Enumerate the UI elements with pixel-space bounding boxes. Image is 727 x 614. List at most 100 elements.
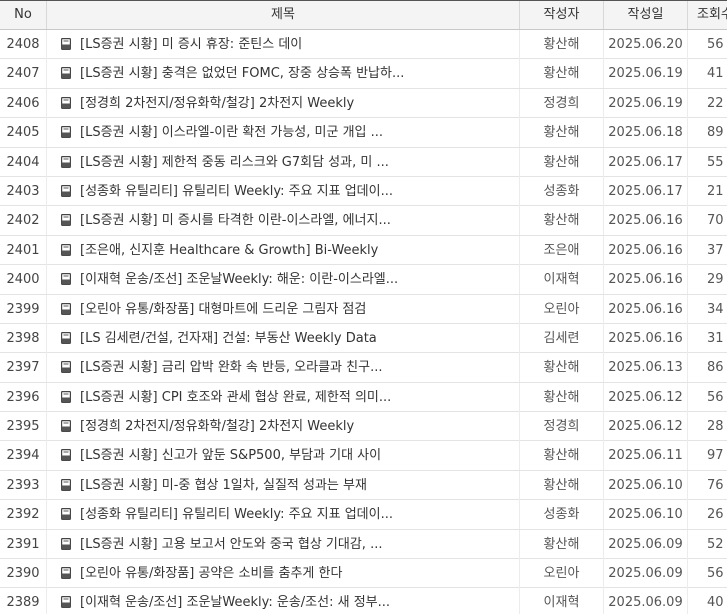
row-title-link[interactable]: [오린아 유통/화장품] 대형마트에 드리운 그림자 점검 <box>80 302 366 317</box>
row-title-cell[interactable]: [LS증권 시황] 이스라엘-이란 확전 가능성, 미군 개입 ... <box>47 118 520 148</box>
table-row[interactable]: 2402 [LS증권 시황] 미 증시를 타격한 이란-이스라엘, 에너지...… <box>0 206 727 236</box>
row-title-link[interactable]: [성종화 유틸리티] 유틸리티 Weekly: 주요 지표 업데이... <box>80 184 393 199</box>
row-date: 2025.06.12 <box>604 382 688 412</box>
document-icon <box>61 214 71 227</box>
row-title-link[interactable]: [정경희 2차전지/정유화학/철강] 2차전지 Weekly <box>80 419 354 434</box>
table-row[interactable]: 2403 [성종화 유틸리티] 유틸리티 Weekly: 주요 지표 업데이..… <box>0 176 727 207</box>
row-title-link[interactable]: [LS증권 시황] CPI 호조와 관세 협상 완료, 제한적 의미... <box>80 390 391 405</box>
row-views: 41 <box>707 66 724 82</box>
row-title-cell[interactable]: [정경희 2차전지/정유화학/철강] 2차전지 Weekly <box>47 412 520 442</box>
row-title-cell[interactable]: [오린아 유통/화장품] 공약은 소비를 춤추게 한다 <box>47 559 520 589</box>
row-title-link[interactable]: [LS증권 시황] 금리 압박 완화 속 반등, 오라클과 친구... <box>80 360 382 375</box>
row-date: 2025.06.12 <box>604 412 688 442</box>
header-author[interactable]: 작성자 <box>520 1 604 29</box>
header-no[interactable]: No <box>0 1 47 29</box>
row-title-cell[interactable]: [성종화 유틸리티] 유틸리티 Weekly: 주요 지표 업데이... <box>47 500 520 530</box>
table-row[interactable]: 2397 [LS증권 시황] 금리 압박 완화 속 반등, 오라클과 친구...… <box>0 353 727 383</box>
table-row[interactable]: 2395 [정경희 2차전지/정유화학/철강] 2차전지 Weekly 정경희 … <box>0 412 727 442</box>
row-title-link[interactable]: [이재혁 운송/조선] 조운날Weekly: 운송/조선: 새 정부... <box>80 595 390 610</box>
row-title-cell[interactable]: [LS증권 시황] CPI 호조와 관세 협상 완료, 제한적 의미... <box>47 382 520 412</box>
row-date: 2025.06.16 <box>604 206 688 236</box>
row-number: 2401 <box>0 235 47 265</box>
table-row[interactable]: 2390 [오린아 유통/화장품] 공약은 소비를 춤추게 한다 오린아 202… <box>0 559 727 589</box>
document-icon <box>61 302 71 315</box>
row-title-link[interactable]: [LS증권 시황] 충격은 없었던 FOMC, 장중 상승폭 반납하... <box>80 66 404 81</box>
row-title-cell[interactable]: [성종화 유틸리티] 유틸리티 Weekly: 주요 지표 업데이... <box>47 176 520 206</box>
row-title-link[interactable]: [이재혁 운송/조선] 조운날Weekly: 해운: 이란-이스라엘... <box>80 272 398 287</box>
row-title-link[interactable]: [LS증권 시황] 이스라엘-이란 확전 가능성, 미군 개입 ... <box>80 125 383 140</box>
row-number: 2397 <box>0 353 47 383</box>
row-date: 2025.06.20 <box>604 30 688 59</box>
table-row[interactable]: 2401 [조은애, 신지훈 Healthcare & Growth] Bi-W… <box>0 235 727 266</box>
row-views: 56 <box>707 37 724 52</box>
document-icon <box>61 184 71 197</box>
row-views: 76 <box>707 477 724 493</box>
table-row[interactable]: 2400 [이재혁 운송/조선] 조운날Weekly: 해운: 이란-이스라엘.… <box>0 265 727 295</box>
row-title-cell[interactable]: [LS증권 시황] 미 증시 휴장: 준틴스 데이 <box>47 30 520 59</box>
row-date: 2025.06.09 <box>604 588 688 614</box>
row-title-link[interactable]: [LS증권 시황] 고용 보고서 안도와 중국 협상 기대감, ... <box>80 537 382 552</box>
row-number: 2399 <box>0 294 47 324</box>
row-title-link[interactable]: [LS증권 시황] 미-중 협상 1일차, 실질적 성과는 부재 <box>80 478 367 493</box>
row-title-cell[interactable]: [LS증권 시황] 금리 압박 완화 속 반등, 오라클과 친구... <box>47 353 520 383</box>
table-row[interactable]: 2407 [LS증권 시황] 충격은 없었던 FOMC, 장중 상승폭 반납하.… <box>0 59 727 89</box>
row-title-cell[interactable]: [정경희 2차전지/정유화학/철강] 2차전지 Weekly <box>47 88 520 118</box>
document-icon <box>61 38 71 50</box>
header-views[interactable]: 조회수 <box>688 1 727 29</box>
table-row[interactable]: 2398 [LS 김세련/건설, 건자재] 건설: 부동산 Weekly Dat… <box>0 323 727 354</box>
row-author: 이재혁 <box>520 265 604 295</box>
table-row[interactable]: 2404 [LS증권 시황] 제한적 중동 리스크와 G7회담 성과, 미 ..… <box>0 147 727 177</box>
row-date: 2025.06.16 <box>604 235 688 265</box>
row-title-cell[interactable]: [LS증권 시황] 충격은 없었던 FOMC, 장중 상승폭 반납하... <box>47 59 520 89</box>
header-title[interactable]: 제목 <box>47 1 520 29</box>
row-title-cell[interactable]: [LS증권 시황] 제한적 중동 리스크와 G7회담 성과, 미 ... <box>47 147 520 177</box>
row-title-cell[interactable]: [이재혁 운송/조선] 조운날Weekly: 운송/조선: 새 정부... <box>47 588 520 614</box>
row-title-cell[interactable]: [LS증권 시황] 고용 보고서 안도와 중국 협상 기대감, ... <box>47 529 520 559</box>
row-views: 28 <box>707 419 724 435</box>
row-title-cell[interactable]: [LS증권 시황] 신고가 앞둔 S&P500, 부담과 기대 사이 <box>47 441 520 471</box>
row-title-link[interactable]: [LS증권 시황] 제한적 중동 리스크와 G7회담 성과, 미 ... <box>80 155 389 170</box>
row-author: 오린아 <box>520 294 604 324</box>
table-row[interactable]: 2389 [이재혁 운송/조선] 조운날Weekly: 운송/조선: 새 정부.… <box>0 588 727 614</box>
row-author: 황산해 <box>520 353 604 383</box>
row-number: 2391 <box>0 529 47 559</box>
row-date: 2025.06.18 <box>604 118 688 148</box>
row-title-cell[interactable]: [조은애, 신지훈 Healthcare & Growth] Bi-Weekly <box>47 235 520 265</box>
row-title-link[interactable]: [LS 김세련/건설, 건자재] 건설: 부동산 Weekly Data <box>80 331 377 346</box>
row-title-link[interactable]: [LS증권 시황] 미 증시 휴장: 준틴스 데이 <box>80 37 302 52</box>
table-row[interactable]: 2408 [LS증권 시황] 미 증시 휴장: 준틴스 데이 황산해 2025.… <box>0 30 727 60</box>
document-icon <box>61 537 71 550</box>
table-row[interactable]: 2399 [오린아 유통/화장품] 대형마트에 드리운 그림자 점검 오린아 2… <box>0 294 727 324</box>
row-title-link[interactable]: [LS증권 시황] 미 증시를 타격한 이란-이스라엘, 에너지... <box>80 213 391 228</box>
row-number: 2406 <box>0 88 47 118</box>
table-row[interactable]: 2405 [LS증권 시황] 이스라엘-이란 확전 가능성, 미군 개입 ...… <box>0 118 727 148</box>
row-author: 성종화 <box>520 176 604 206</box>
table-row[interactable]: 2396 [LS증권 시황] CPI 호조와 관세 협상 완료, 제한적 의미.… <box>0 382 727 413</box>
row-title-cell[interactable]: [오린아 유통/화장품] 대형마트에 드리운 그림자 점검 <box>47 294 520 324</box>
row-views: 97 <box>707 448 724 464</box>
table-row[interactable]: 2394 [LS증권 시황] 신고가 앞둔 S&P500, 부담과 기대 사이 … <box>0 441 727 471</box>
row-title-link[interactable]: [오린아 유통/화장품] 공약은 소비를 춤추게 한다 <box>80 566 342 581</box>
row-title-cell[interactable]: [LS증권 시황] 미 증시를 타격한 이란-이스라엘, 에너지... <box>47 206 520 236</box>
row-number: 2408 <box>0 30 47 59</box>
row-title-link[interactable]: [조은애, 신지훈 Healthcare & Growth] Bi-Weekly <box>80 243 378 258</box>
table-row[interactable]: 2392 [성종화 유틸리티] 유틸리티 Weekly: 주요 지표 업데이..… <box>0 500 727 530</box>
table-body: 2408 [LS증권 시황] 미 증시 휴장: 준틴스 데이 황산해 2025.… <box>0 30 727 614</box>
row-author: 황산해 <box>520 147 604 177</box>
row-title-cell[interactable]: [LS 김세련/건설, 건자재] 건설: 부동산 Weekly Data <box>47 323 520 353</box>
row-views: 40 <box>707 595 724 611</box>
row-author: 황산해 <box>520 206 604 236</box>
table-row[interactable]: 2406 [정경희 2차전지/정유화학/철강] 2차전지 Weekly 정경희 … <box>0 88 727 119</box>
header-date[interactable]: 작성일 <box>604 1 688 29</box>
row-title-cell[interactable]: [LS증권 시황] 미-중 협상 1일차, 실질적 성과는 부재 <box>47 470 520 500</box>
row-views: 52 <box>707 536 724 552</box>
row-number: 2398 <box>0 323 47 353</box>
row-title-link[interactable]: [정경희 2차전지/정유화학/철강] 2차전지 Weekly <box>80 96 354 111</box>
row-title-link[interactable]: [LS증권 시황] 신고가 앞둔 S&P500, 부담과 기대 사이 <box>80 448 381 463</box>
row-author: 성종화 <box>520 500 604 530</box>
table-row[interactable]: 2393 [LS증권 시황] 미-중 협상 1일차, 실질적 성과는 부재 황산… <box>0 470 727 501</box>
row-views: 34 <box>707 301 724 317</box>
table-row[interactable]: 2391 [LS증권 시황] 고용 보고서 안도와 중국 협상 기대감, ...… <box>0 529 727 560</box>
row-title-cell[interactable]: [이재혁 운송/조선] 조운날Weekly: 해운: 이란-이스라엘... <box>47 265 520 295</box>
row-title-link[interactable]: [성종화 유틸리티] 유틸리티 Weekly: 주요 지표 업데이... <box>80 507 393 522</box>
